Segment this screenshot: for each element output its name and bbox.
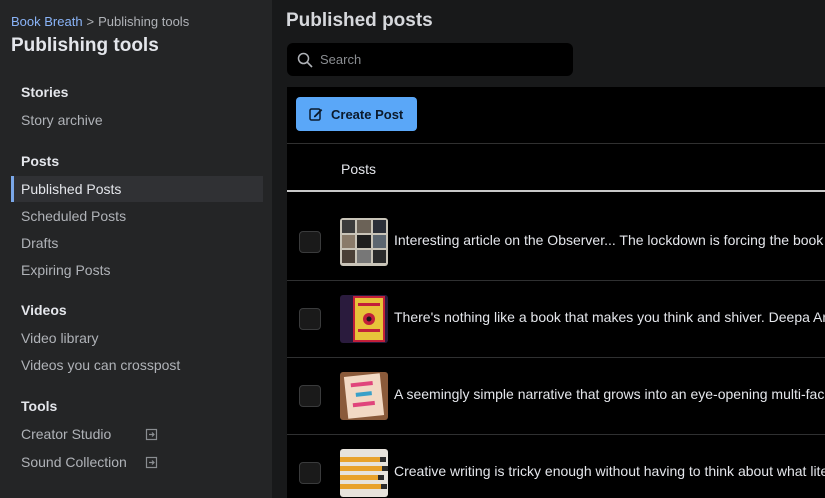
row-checkbox[interactable] xyxy=(299,462,321,484)
sidebar-item-label: Video library xyxy=(21,330,99,346)
search-bar xyxy=(287,43,573,76)
sidebar: Book Breath > Publishing tools Publishing … xyxy=(0,0,272,498)
edit-icon xyxy=(309,108,323,121)
breadcrumb: Book Breath > Publishing tools xyxy=(11,14,189,29)
sidebar-item-videos-crosspost[interactable]: Videos you can crosspost xyxy=(11,352,263,378)
row-checkbox[interactable] xyxy=(299,308,321,330)
sidebar-item-label: Story archive xyxy=(21,112,103,128)
external-link-icon xyxy=(145,456,158,469)
sidebar-title: Publishing tools xyxy=(11,35,159,56)
posts-panel: Create Post Posts Interesting article on… xyxy=(287,87,825,498)
sidebar-item-label: Drafts xyxy=(21,235,59,251)
post-thumbnail xyxy=(340,372,388,420)
post-thumbnail xyxy=(340,449,388,497)
sidebar-item-drafts[interactable]: Drafts xyxy=(11,230,263,256)
bookshelf-collage-image xyxy=(340,218,388,266)
section-heading-videos: Videos xyxy=(21,302,67,318)
page-title: Published posts xyxy=(286,10,433,31)
sidebar-item-sound-collection[interactable]: Sound Collection xyxy=(11,449,263,475)
row-checkbox[interactable] xyxy=(299,385,321,407)
row-checkbox[interactable] xyxy=(299,231,321,253)
create-post-button[interactable]: Create Post xyxy=(296,97,417,131)
breadcrumb-current: Publishing tools xyxy=(98,14,190,29)
such-a-fun-age-cover-image xyxy=(340,372,388,420)
post-text[interactable]: A seemingly simple narrative that grows … xyxy=(394,386,825,402)
post-text[interactable]: Interesting article on the Observer... T… xyxy=(394,232,825,248)
post-thumbnail xyxy=(340,295,388,343)
table-header: Posts xyxy=(287,145,825,192)
post-text[interactable]: Creative writing is tricky enough withou… xyxy=(394,463,825,479)
posts-toolbar: Create Post xyxy=(287,87,825,144)
create-post-label: Create Post xyxy=(331,107,404,122)
section-heading-posts: Posts xyxy=(21,153,60,169)
sidebar-item-label: Sound Collection xyxy=(21,454,127,470)
post-thumbnail xyxy=(340,218,388,266)
sidebar-item-label: Scheduled Posts xyxy=(21,208,127,224)
sidebar-item-expiring-posts[interactable]: Expiring Posts xyxy=(11,257,263,283)
sidebar-item-label: Published Posts xyxy=(21,181,122,197)
sidebar-item-scheduled-posts[interactable]: Scheduled Posts xyxy=(11,203,263,229)
table-row[interactable]: A seemingly simple narrative that grows … xyxy=(287,358,825,435)
pencils-image xyxy=(340,449,388,497)
sidebar-item-label: Creator Studio xyxy=(21,426,112,442)
sidebar-item-label: Videos you can crosspost xyxy=(21,357,181,373)
search-icon xyxy=(297,52,313,68)
section-heading-stories: Stories xyxy=(21,84,69,100)
post-text[interactable]: There's nothing like a book that makes y… xyxy=(394,309,825,325)
external-link-icon xyxy=(145,428,158,441)
breadcrumb-separator: > xyxy=(86,14,95,29)
search-input[interactable] xyxy=(320,43,565,76)
sidebar-item-published-posts[interactable]: Published Posts xyxy=(11,176,263,202)
table-row[interactable]: There's nothing like a book that makes y… xyxy=(287,281,825,358)
sidebar-item-story-archive[interactable]: Story archive xyxy=(11,107,263,133)
breadcrumb-root-link[interactable]: Book Breath xyxy=(11,14,83,29)
table-row[interactable]: Creative writing is tricky enough withou… xyxy=(287,435,825,498)
section-heading-tools: Tools xyxy=(21,398,58,414)
djinn-patrol-cover-image xyxy=(340,295,388,343)
column-header-posts[interactable]: Posts xyxy=(341,161,376,177)
sidebar-item-creator-studio[interactable]: Creator Studio xyxy=(11,421,263,447)
table-row[interactable]: Interesting article on the Observer... T… xyxy=(287,204,825,281)
sidebar-item-label: Expiring Posts xyxy=(21,262,111,278)
sidebar-item-video-library[interactable]: Video library xyxy=(11,325,263,351)
